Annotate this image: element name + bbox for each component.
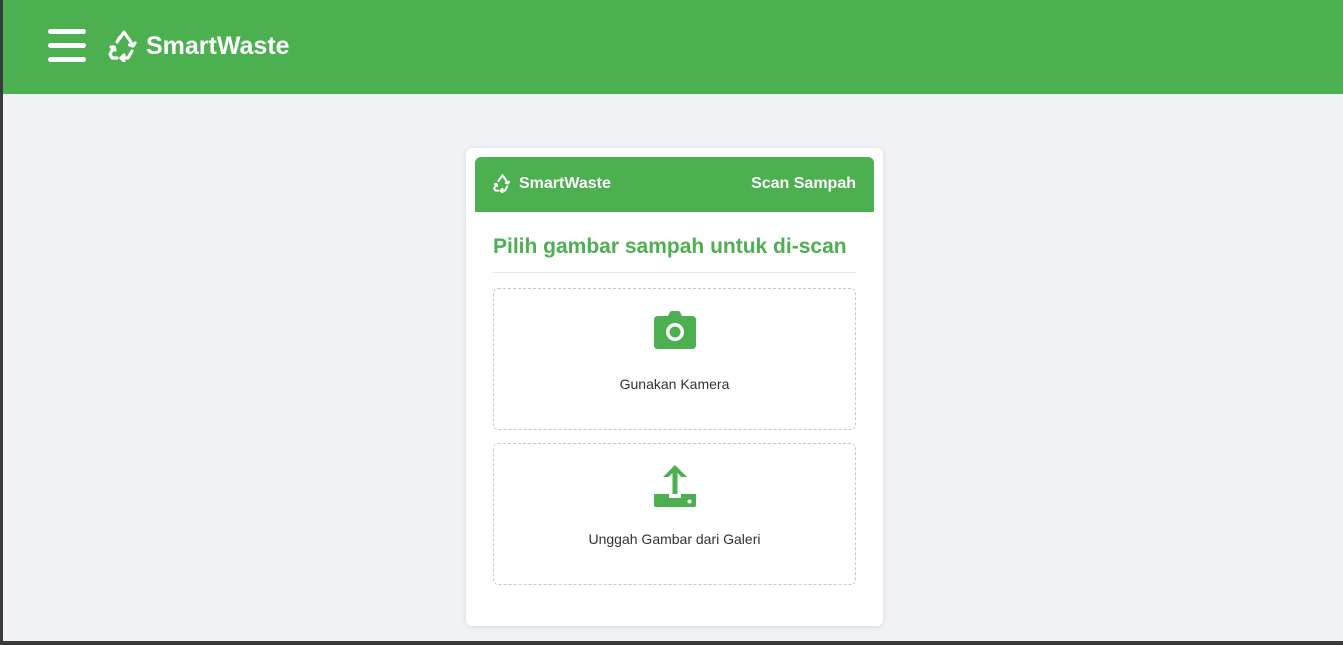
- divider: [493, 272, 856, 273]
- upload-from-gallery-button[interactable]: Unggah Gambar dari Galeri: [493, 443, 856, 585]
- navbar-brand[interactable]: SmartWaste: [108, 29, 290, 63]
- hamburger-menu-icon[interactable]: [48, 29, 86, 63]
- use-camera-button[interactable]: Gunakan Kamera: [493, 288, 856, 430]
- card-header: SmartWaste Scan Sampah: [475, 157, 874, 212]
- brand-name: SmartWaste: [146, 32, 290, 60]
- camera-icon: [652, 309, 698, 353]
- recycle-icon: [108, 30, 140, 62]
- upload-icon: [652, 464, 698, 508]
- card-brand: SmartWaste: [493, 174, 611, 193]
- upload-option-label: Unggah Gambar dari Galeri: [588, 531, 761, 547]
- scan-title: Scan Sampah: [751, 175, 856, 192]
- page-heading: Pilih gambar sampah untuk di-scan: [493, 235, 847, 258]
- card-brand-name: SmartWaste: [519, 174, 611, 192]
- recycle-icon: [493, 174, 512, 193]
- camera-option-label: Gunakan Kamera: [619, 376, 730, 392]
- app-frame: SmartWaste SmartWaste Scan Sampah Pilih …: [3, 0, 1343, 641]
- top-navbar: SmartWaste: [3, 0, 1343, 94]
- scan-card: SmartWaste Scan Sampah Pilih gambar samp…: [466, 148, 883, 626]
